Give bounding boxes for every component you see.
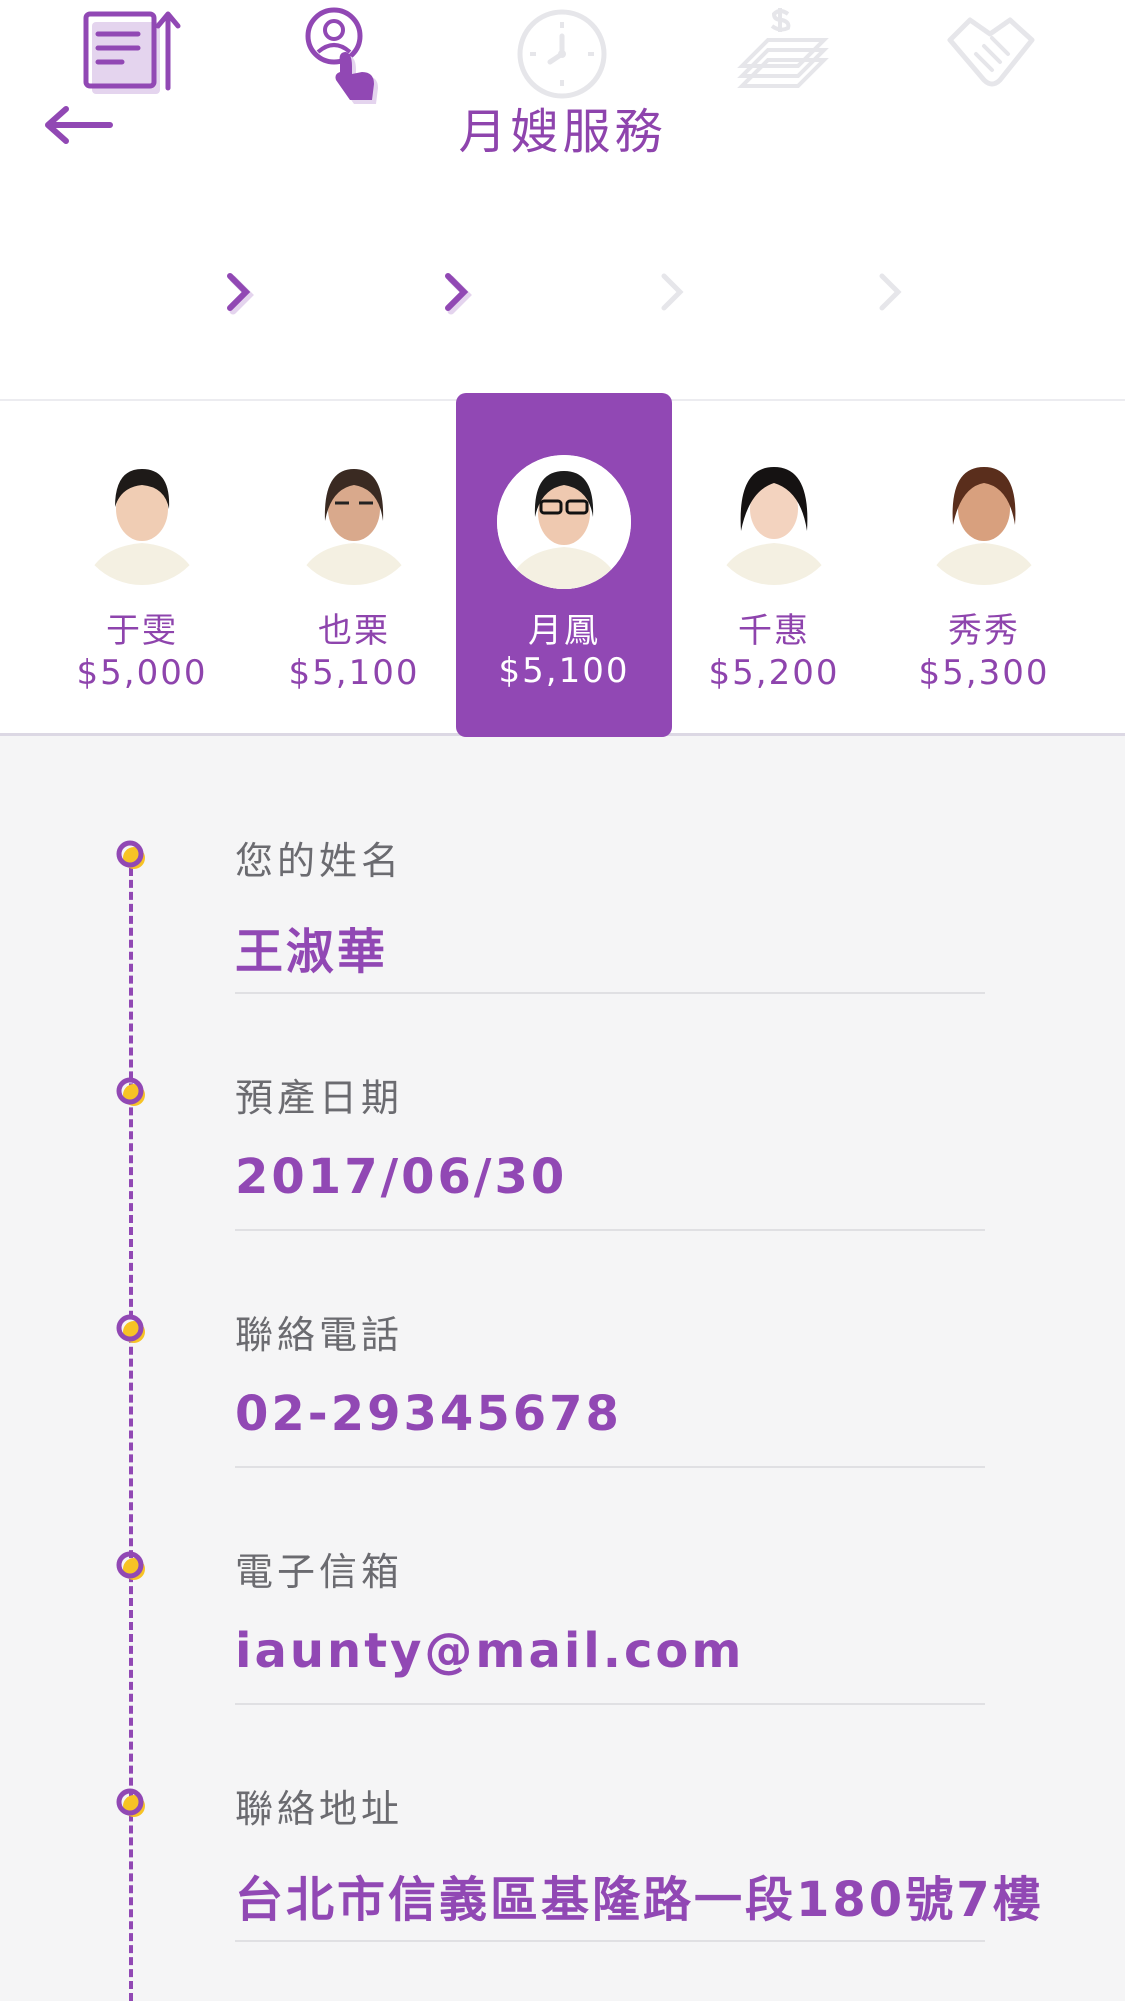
field-underline [235,1466,985,1468]
aunty-price: $5,200 [708,653,840,693]
chevron-right-icon [227,273,254,315]
step-contract[interactable] [940,0,1050,110]
address-input[interactable]: 台北市信義區基隆路一段180號7樓 [235,1860,1044,1930]
address-field[interactable]: 聯絡地址 台北市信義區基隆路一段180號7樓 [235,1778,1041,1978]
field-label: 聯絡電話 [235,1313,404,1357]
avatar [287,451,421,585]
aunty-card[interactable]: 也栗 $5,100 [246,401,462,731]
aunty-card[interactable]: 秀秀 $5,300 [876,401,1092,731]
aunty-price: $5,300 [918,653,1050,693]
field-label: 電子信箱 [235,1550,404,1594]
aunty-name: 于雯 [106,611,178,651]
email-field[interactable]: 電子信箱 iaunty@mail.com [235,1541,985,1741]
timeline-dot [116,840,146,870]
step-chevron [652,262,692,322]
step-chevron [218,262,258,322]
document-upload-icon [83,11,181,94]
timeline-dot [116,1314,146,1344]
chevron-right-icon [879,273,902,311]
phone-field[interactable]: 聯絡電話 02-29345678 [235,1304,985,1504]
field-underline [235,1703,985,1705]
step-select-aunty[interactable] [290,0,400,110]
aunty-name: 也栗 [318,611,390,651]
timeline-dot [116,1551,146,1581]
aunty-price: $5,000 [76,653,208,693]
aunty-card[interactable]: 于雯 $5,000 [34,401,250,731]
aunty-card-selected[interactable]: 月鳳 $5,100 [456,393,672,737]
handshake-icon [947,17,1035,87]
aunty-price: $5,100 [288,653,420,693]
aunty-carousel[interactable]: 于雯 $5,000 也栗 $5,100 月鳳 $5,100 千惠 $5,200 … [0,393,1125,737]
step-payment[interactable] [728,0,838,110]
due-date-field[interactable]: 預產日期 2017/06/30 [235,1067,985,1267]
step-chevron [870,262,910,322]
avatar [75,451,209,585]
due-date-input[interactable]: 2017/06/30 [235,1149,567,1205]
field-label: 預產日期 [235,1076,404,1120]
phone-input[interactable]: 02-29345678 [235,1386,622,1442]
email-input[interactable]: iaunty@mail.com [235,1623,744,1679]
step-document[interactable] [78,0,188,110]
avatar [707,451,841,585]
app-header: 月嫂服務 [0,0,1125,400]
step-chevron [436,262,476,322]
aunty-name: 千惠 [738,611,810,651]
aunty-price: $5,100 [498,651,630,691]
select-person-icon [305,7,378,104]
chevron-right-icon [661,273,684,311]
field-underline [235,1940,985,1942]
field-label: 聯絡地址 [235,1787,404,1831]
timeline-dot [116,1077,146,1107]
aunty-card[interactable]: 千惠 $5,200 [666,401,882,731]
step-schedule[interactable] [508,0,618,110]
aunty-name: 月鳳 [528,611,600,651]
clock-icon [517,9,607,99]
money-stack-icon [737,8,829,88]
timeline-line [129,856,133,2001]
field-underline [235,992,985,994]
aunty-name: 秀秀 [948,611,1020,651]
field-underline [235,1229,985,1231]
avatar [497,455,631,589]
avatar [917,451,1051,585]
name-input[interactable]: 王淑華 [235,912,388,982]
name-field[interactable]: 您的姓名 王淑華 [235,830,985,1030]
timeline-dot [116,1788,146,1818]
chevron-right-icon [445,273,472,315]
field-label: 您的姓名 [235,839,404,883]
